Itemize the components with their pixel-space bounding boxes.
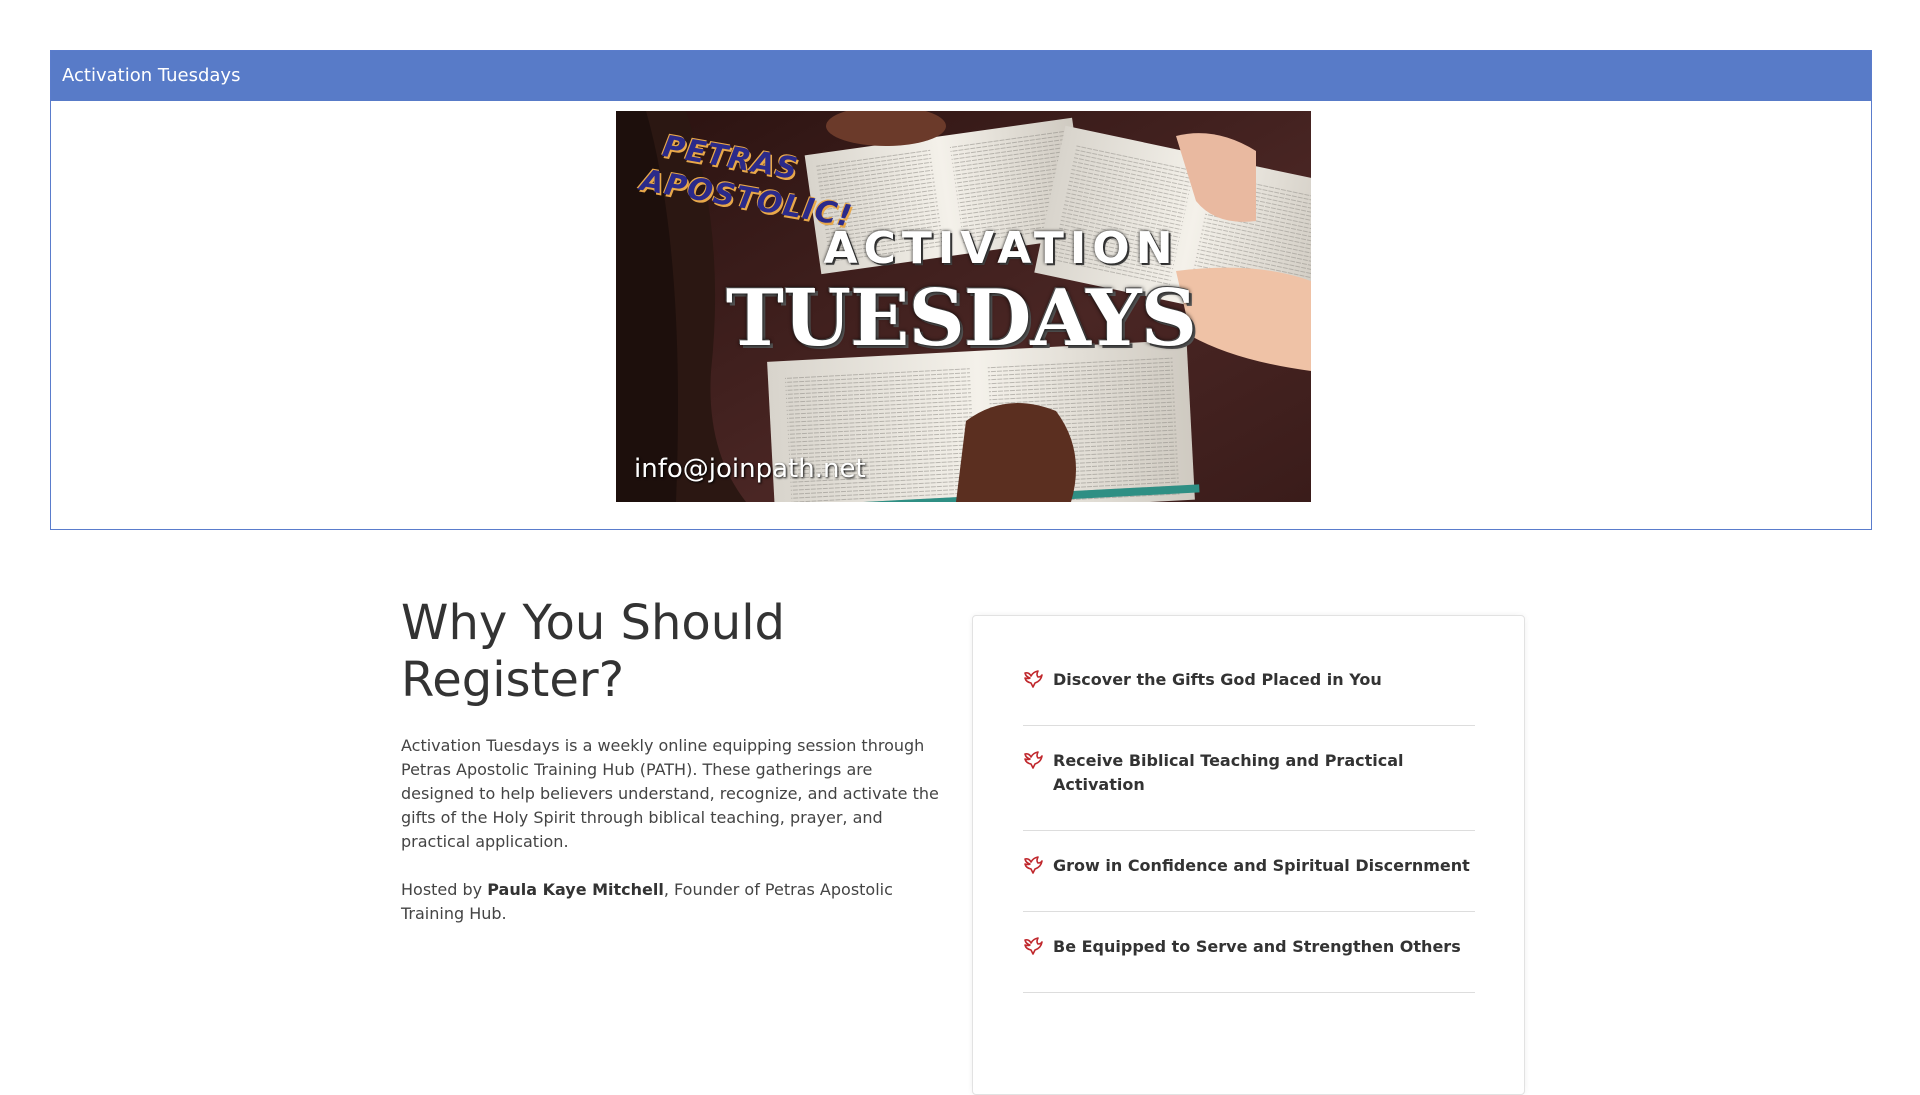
benefit-label: Be Equipped to Serve and Strengthen Othe… xyxy=(1053,937,1461,956)
event-banner-image: PETRAS APOSTOLIC! ACTIVATION TUESDAYS in… xyxy=(616,111,1311,502)
benefits-list: Discover the Gifts God Placed in You Rec… xyxy=(1023,645,1475,993)
banner-email: info@joinpath.net xyxy=(634,454,866,484)
banner-headline-big: TUESDAYS xyxy=(725,273,1197,364)
host-prefix: Hosted by xyxy=(401,880,488,899)
section-title: Why You Should Register? xyxy=(401,595,786,708)
list-item: Discover the Gifts God Placed in You xyxy=(1023,645,1475,726)
list-item: Grow in Confidence and Spiritual Discern… xyxy=(1023,831,1475,912)
dove-icon xyxy=(1024,856,1043,874)
benefit-label: Receive Biblical Teaching and Practical … xyxy=(1053,751,1404,794)
host-info: Hosted by Paula Kaye Mitchell, Founder o… xyxy=(401,878,949,926)
benefits-card: Discover the Gifts God Placed in You Rec… xyxy=(972,615,1525,1095)
dove-icon xyxy=(1024,937,1043,955)
register-info: Why You Should Register? Activation Tues… xyxy=(401,595,949,950)
list-item: Receive Biblical Teaching and Practical … xyxy=(1023,726,1475,831)
activation-tuesdays-panel: Activation Tuesdays PETRAS APOSTOLIC! AC… xyxy=(50,50,1872,530)
list-item: Be Equipped to Serve and Strengthen Othe… xyxy=(1023,912,1475,993)
section-description: Activation Tuesdays is a weekly online e… xyxy=(401,736,939,851)
dove-icon xyxy=(1024,751,1043,769)
benefit-label: Grow in Confidence and Spiritual Discern… xyxy=(1053,856,1470,875)
panel-title: Activation Tuesdays xyxy=(51,51,1871,101)
dove-icon xyxy=(1024,670,1043,688)
banner-headline-small: ACTIVATION xyxy=(823,223,1179,274)
host-name: Paula Kaye Mitchell xyxy=(487,880,664,899)
benefit-label: Discover the Gifts God Placed in You xyxy=(1053,670,1382,689)
